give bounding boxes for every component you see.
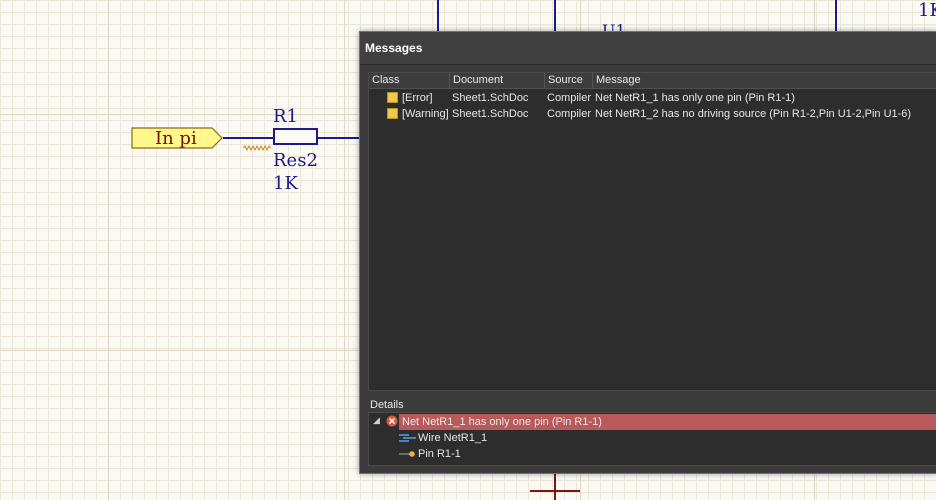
column-header-source[interactable]: Source (545, 73, 593, 88)
wire[interactable] (437, 0, 439, 31)
details-label: Details (370, 399, 404, 411)
details-item-text: Pin R1-1 (418, 448, 461, 460)
input-port[interactable]: In pi (131, 127, 223, 149)
wire[interactable] (554, 474, 556, 500)
component-designator-u1[interactable]: U1 (602, 21, 626, 31)
details-tree[interactable]: Net NetR1_1 has only one pin (Pin R1-1) … (368, 412, 936, 466)
message-document: Sheet1.SchDoc (452, 108, 529, 120)
resistor-comment[interactable]: Res2 (273, 150, 318, 171)
details-item-wire[interactable]: Wire NetR1_1 (399, 430, 599, 446)
ground-symbol[interactable] (530, 490, 580, 492)
details-item-pin[interactable]: Pin R1-1 (399, 446, 599, 462)
column-header-class[interactable]: Class (369, 73, 450, 88)
pin-icon (399, 451, 415, 457)
resistor-r1[interactable] (273, 128, 318, 145)
message-source: Compiler (547, 92, 592, 104)
list-header: Class Document Source Message (369, 73, 936, 89)
grid-line (344, 0, 345, 500)
error-icon (386, 415, 398, 427)
wire[interactable] (223, 137, 273, 139)
wire[interactable] (318, 137, 359, 139)
component-value-label[interactable]: 1K (918, 0, 936, 21)
message-text: Net NetR1_2 has no driving source (Pin R… (595, 108, 912, 120)
wire[interactable] (554, 0, 556, 31)
resistor-designator[interactable]: R1 (273, 106, 298, 127)
messages-panel[interactable]: Messages Class Document Source Message [… (359, 31, 936, 474)
message-row-warning[interactable]: [Warning] Sheet1.SchDoc Compiler Net Net… (369, 106, 936, 122)
port-label: In pi (155, 128, 197, 149)
message-document: Sheet1.SchDoc (452, 92, 529, 104)
message-source: Compiler (547, 108, 592, 120)
message-row-error[interactable]: [Error] Sheet1.SchDoc Compiler Net NetR1… (369, 90, 936, 106)
column-header-message[interactable]: Message (593, 73, 936, 88)
details-item-error[interactable]: Net NetR1_1 has only one pin (Pin R1-1) (399, 414, 936, 430)
messages-list[interactable]: Class Document Source Message [Error] Sh… (368, 72, 936, 391)
collapse-triangle-icon[interactable]: ◢ (373, 416, 380, 426)
panel-title: Messages (365, 41, 423, 55)
wire[interactable] (835, 0, 837, 31)
panel-title-bar[interactable]: Messages (360, 32, 936, 65)
details-item-text: Wire NetR1_1 (418, 432, 488, 444)
message-text: Net NetR1_1 has only one pin (Pin R1-1) (595, 92, 795, 104)
column-header-document[interactable]: Document (450, 73, 545, 88)
wire-icon (399, 434, 416, 442)
error-squiggle-icon (243, 145, 272, 151)
message-class-icon (387, 108, 398, 119)
message-class: [Error] (402, 92, 433, 104)
message-class-icon (387, 92, 398, 103)
grid-line (108, 0, 109, 500)
message-class: [Warning] (402, 108, 448, 120)
resistor-value[interactable]: 1K (273, 173, 298, 194)
details-item-text: Net NetR1_1 has only one pin (Pin R1-1) (402, 416, 602, 428)
